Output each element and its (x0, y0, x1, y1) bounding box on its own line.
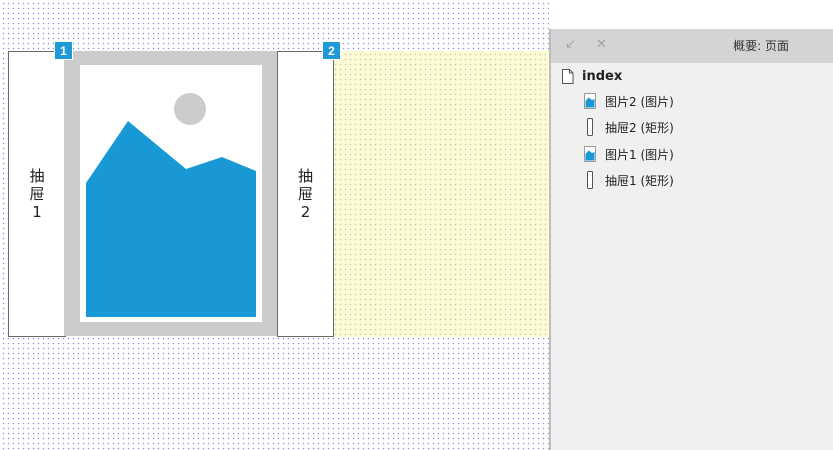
arrow-collapse-icon[interactable]: ↙ (565, 38, 576, 52)
tree-item-index[interactable]: index (559, 65, 622, 87)
page-icon (559, 67, 575, 85)
sun-shape (174, 93, 206, 125)
tree-item-drawer-1[interactable]: 抽屉1 (矩形) (582, 169, 674, 191)
drawer-1-rectangle[interactable]: 抽屉1 (8, 51, 66, 337)
close-icon[interactable]: ✕ (596, 38, 607, 52)
tree-item-label: 图片2 (图片) (605, 94, 674, 109)
rectangle-widget-icon (582, 171, 598, 189)
tree-item-label: 抽屉1 (矩形) (605, 173, 674, 188)
image-placeholder (80, 65, 262, 322)
outline-panel: ↙ ✕ 概要: 页面 index 图片2 (图片) 抽屉2 (矩形) 图片1 (… (549, 29, 833, 450)
image-1-widget[interactable] (64, 51, 277, 336)
tree-item-label: index (582, 68, 623, 84)
drawer-1-label: 抽屉1 (29, 167, 45, 221)
drawer-2-rectangle[interactable]: 抽屉2 (277, 51, 334, 337)
tree-item-image-2[interactable]: 图片2 (图片) (582, 90, 674, 112)
image-placeholder-icon (86, 93, 256, 317)
mountain-shape (86, 121, 256, 317)
image-widget-icon (582, 145, 598, 163)
tree-item-drawer-2[interactable]: 抽屉2 (矩形) (582, 116, 674, 138)
outline-panel-header: ↙ ✕ 概要: 页面 (551, 29, 833, 63)
widget-number-badge-2: 2 (322, 41, 341, 60)
tree-item-label: 抽屉2 (矩形) (605, 120, 674, 135)
outline-panel-title: 概要: 页面 (733, 39, 789, 53)
drawer-slide-area (332, 51, 549, 337)
tree-item-label: 图片1 (图片) (605, 147, 674, 162)
rectangle-widget-icon (582, 118, 598, 136)
image-widget-icon (582, 92, 598, 110)
drawer-2-label: 抽屉2 (297, 167, 313, 221)
tree-item-image-1[interactable]: 图片1 (图片) (582, 143, 674, 165)
widget-number-badge-1: 1 (54, 41, 73, 60)
design-canvas[interactable]: 抽屉1 抽屉2 1 2 (0, 0, 549, 450)
